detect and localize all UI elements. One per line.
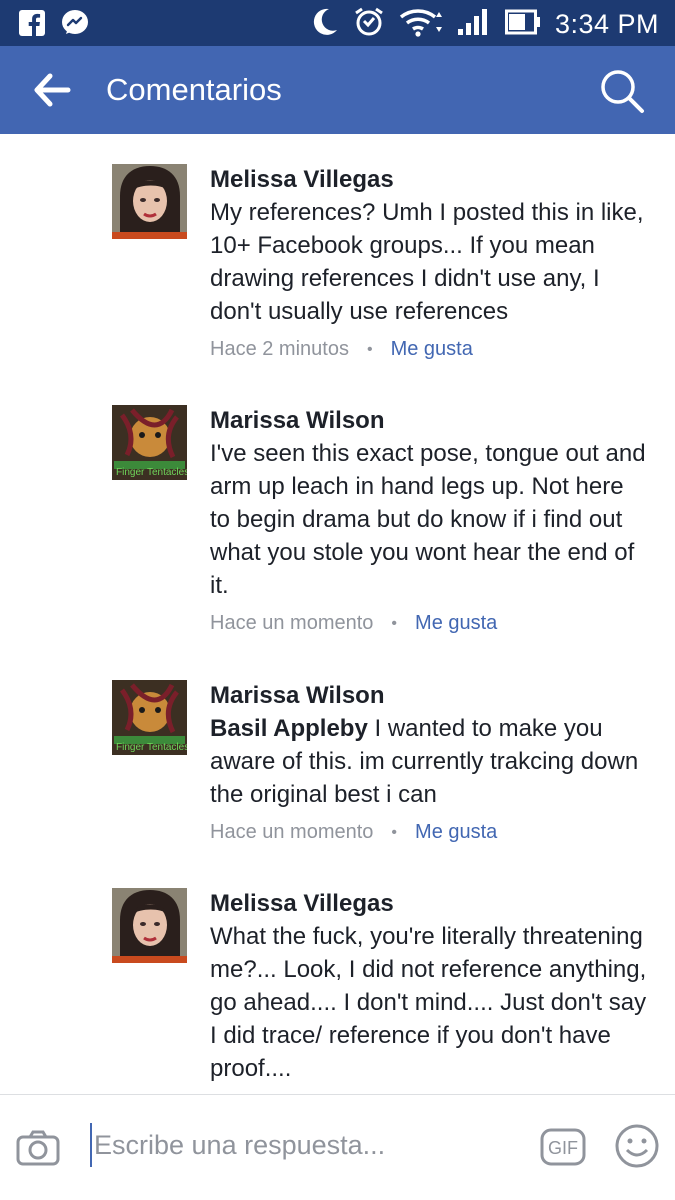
comment-time: Hace 2 minutos	[210, 338, 349, 360]
avatar[interactable]: Finger Tentacles	[112, 405, 187, 480]
reply-composer: Escribe una respuesta... GIF	[0, 1094, 675, 1200]
gif-button[interactable]: GIF	[540, 1127, 586, 1167]
status-bar: 3:34 PM	[0, 0, 675, 46]
emoji-icon	[615, 1124, 659, 1168]
alarm-icon	[353, 6, 385, 43]
like-button[interactable]: Me gusta	[391, 338, 473, 361]
comment-meta: Hace un momento • Me gusta	[210, 612, 650, 635]
gif-label: GIF	[548, 1138, 578, 1158]
camera-icon	[16, 1130, 60, 1166]
mention-link[interactable]: Basil Appleby	[210, 715, 368, 742]
avatar[interactable]: Finger Tentacles	[112, 680, 187, 755]
comment-text: Basil Appleby I wanted to make you aware…	[210, 712, 650, 811]
comment-time: Hace un momento	[210, 821, 374, 843]
comment-author[interactable]: Marissa Wilson	[210, 680, 650, 712]
like-button[interactable]: Me gusta	[415, 612, 497, 635]
separator-dot: •	[366, 340, 373, 358]
search-icon	[601, 70, 644, 113]
search-button[interactable]	[599, 68, 645, 114]
comments-list: Melissa Villegas My references? Umh I po…	[0, 134, 675, 1094]
comment-text: What the fuck, you're literally threaten…	[210, 923, 647, 1082]
signal-icon	[457, 7, 491, 42]
status-time: 3:34 PM	[554, 9, 659, 39]
avatar[interactable]	[112, 164, 187, 239]
avatar-caption: Finger Tentacles	[116, 467, 187, 478]
back-arrow-icon	[34, 73, 71, 107]
like-button[interactable]: Me gusta	[415, 821, 497, 844]
comment-meta: Hace un momento • Me gusta	[210, 821, 650, 844]
separator-dot: •	[391, 823, 398, 841]
comment-text: My references? Umh I posted this in like…	[210, 199, 644, 325]
camera-button[interactable]	[16, 1130, 60, 1166]
wifi-icon	[399, 6, 443, 43]
comment-author[interactable]: Marissa Wilson	[210, 405, 650, 437]
moon-icon	[309, 6, 339, 43]
emoji-button[interactable]	[614, 1123, 660, 1169]
comment-meta: Hace 2 minutos • Me gusta	[210, 338, 650, 361]
reply-input[interactable]: Escribe una respuesta...	[90, 1123, 510, 1167]
facebook-icon	[18, 9, 46, 42]
comment-text: I've seen this exact pose, tongue out an…	[210, 440, 646, 599]
messenger-icon	[60, 8, 90, 43]
separator-dot: •	[391, 614, 398, 632]
comment-author[interactable]: Melissa Villegas	[210, 888, 650, 920]
battery-icon	[504, 9, 541, 40]
title-bar: Comentarios	[0, 46, 675, 134]
avatar[interactable]	[112, 888, 187, 963]
page-title: Comentarios	[106, 72, 282, 107]
comment-author[interactable]: Melissa Villegas	[210, 164, 650, 196]
avatar-caption: Finger Tentacles	[116, 742, 187, 753]
comment-time: Hace un momento	[210, 612, 374, 634]
back-button[interactable]	[30, 70, 74, 110]
